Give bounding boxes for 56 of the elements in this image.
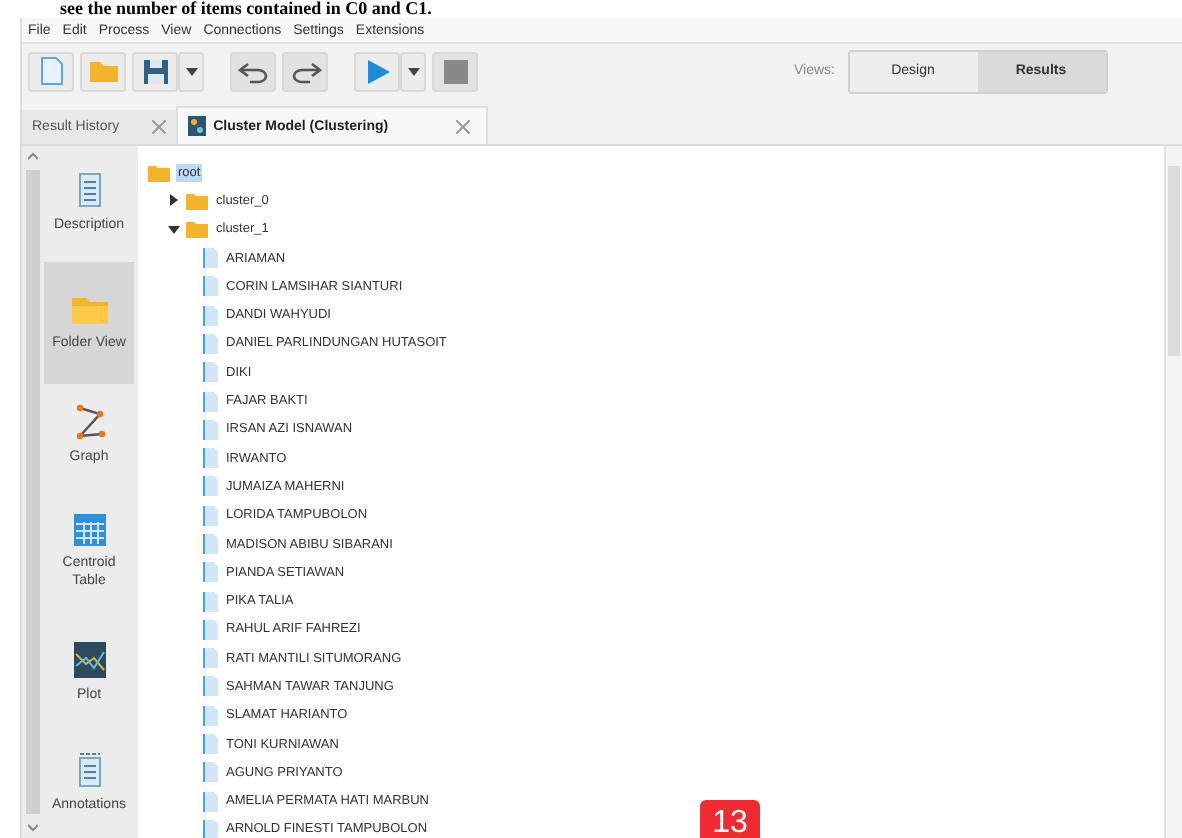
stop-icon (441, 57, 469, 85)
document-icon (202, 534, 218, 554)
document-icon (202, 362, 218, 383)
document-icon (202, 619, 218, 640)
close-icon[interactable] (456, 119, 471, 133)
document-icon (202, 391, 218, 412)
new-button[interactable] (28, 51, 74, 91)
expand-icon[interactable] (168, 194, 180, 207)
folder-icon (148, 163, 170, 182)
document-icon (202, 819, 218, 838)
save-button[interactable] (132, 51, 178, 91)
folder-icon (69, 293, 109, 326)
document-icon (39, 56, 63, 86)
document-icon (77, 172, 101, 209)
undo-button[interactable] (230, 51, 276, 91)
document-icon (202, 562, 218, 583)
scrollbar[interactable] (1164, 146, 1182, 838)
document-icon (202, 419, 218, 440)
close-icon[interactable] (151, 120, 166, 134)
document-icon (202, 648, 218, 669)
caption-text: see the number of items contained in C0 and C1. (58, 0, 432, 18)
document-icon (202, 276, 218, 297)
caret-icon (407, 67, 419, 75)
graph-icon (73, 404, 105, 441)
plot-icon (73, 642, 105, 679)
undo-icon (237, 59, 269, 83)
document-icon (202, 762, 218, 783)
scroll-up-icon[interactable] (28, 152, 38, 160)
scroll-down-icon[interactable] (28, 824, 38, 832)
document-icon (202, 248, 218, 269)
folder-icon (87, 58, 119, 84)
cluster-model-icon (187, 116, 206, 136)
document-icon (202, 476, 218, 497)
document-icon (202, 676, 218, 697)
redo-icon (289, 59, 321, 83)
dropdown-button[interactable] (400, 51, 426, 91)
document-icon (202, 591, 218, 612)
notes-icon (77, 752, 101, 789)
document-icon (202, 448, 218, 469)
play-icon (363, 57, 391, 85)
document-icon (202, 505, 218, 526)
document-icon (202, 791, 218, 812)
folder-icon (186, 220, 208, 239)
redo-button[interactable] (282, 51, 328, 91)
document-icon (202, 705, 218, 726)
save-icon (141, 57, 169, 85)
document-icon (202, 305, 218, 326)
scrollbar[interactable] (22, 146, 44, 838)
page-number: 13 (700, 800, 760, 838)
document-icon (202, 734, 218, 755)
table-icon (73, 514, 105, 547)
folder-icon (186, 191, 208, 210)
collapse-icon[interactable] (168, 223, 180, 236)
document-icon (202, 333, 218, 354)
caret-icon (185, 67, 197, 75)
dropdown-button[interactable] (178, 51, 204, 91)
